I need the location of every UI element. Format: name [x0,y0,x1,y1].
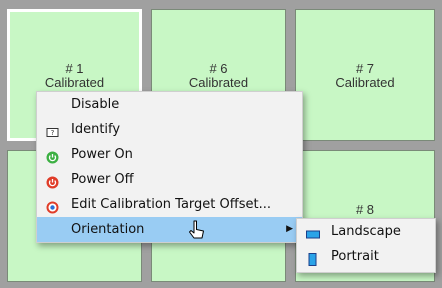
menu-item-orientation[interactable]: Orientation ▶ [37,217,302,242]
target-icon [46,198,59,214]
identify-icon: ? [46,123,59,137]
menu-item-label: Orientation [71,222,145,237]
tile-status: Calibrated [188,75,249,90]
tile-number: # 1 [65,61,84,76]
menu-item-label: Edit Calibration Target Offset... [71,197,271,212]
svg-text:?: ? [51,129,55,137]
orientation-submenu: Landscape Portrait [296,218,436,273]
menu-item-portrait[interactable]: Portrait [297,244,435,269]
menu-item-identify[interactable]: ? Identify [37,117,302,142]
tile-number: # 8 [355,202,375,217]
menu-item-power-on[interactable]: Power On [37,142,302,167]
tile-status: Calibrated [44,75,105,90]
menu-item-label: Power Off [71,172,134,187]
menu-item-edit-calibration-target-offset[interactable]: Edit Calibration Target Offset... [37,192,302,217]
tile-number: # 6 [209,61,228,76]
landscape-icon [306,225,320,239]
menu-item-landscape[interactable]: Landscape [297,219,435,244]
menu-item-label: Power On [71,147,133,162]
menu-item-disable[interactable]: Disable [37,92,302,117]
tile-status: Calibrated [335,75,395,90]
power-off-icon [46,173,59,189]
power-on-icon [46,148,59,164]
menu-item-label: Landscape [331,224,401,239]
context-menu: Disable ? Identify Power On Power Off Ed… [36,91,303,243]
submenu-arrow-icon: ▶ [286,224,293,234]
portrait-icon [306,250,319,266]
menu-item-power-off[interactable]: Power Off [37,167,302,192]
display-tile-7[interactable]: # 7 Calibrated [295,9,435,141]
mouse-pointer-icon [186,220,208,244]
menu-item-label: Portrait [331,249,379,264]
menu-item-label: Disable [71,97,120,112]
tile-number: # 7 [355,61,375,76]
menu-item-label: Identify [71,122,121,137]
